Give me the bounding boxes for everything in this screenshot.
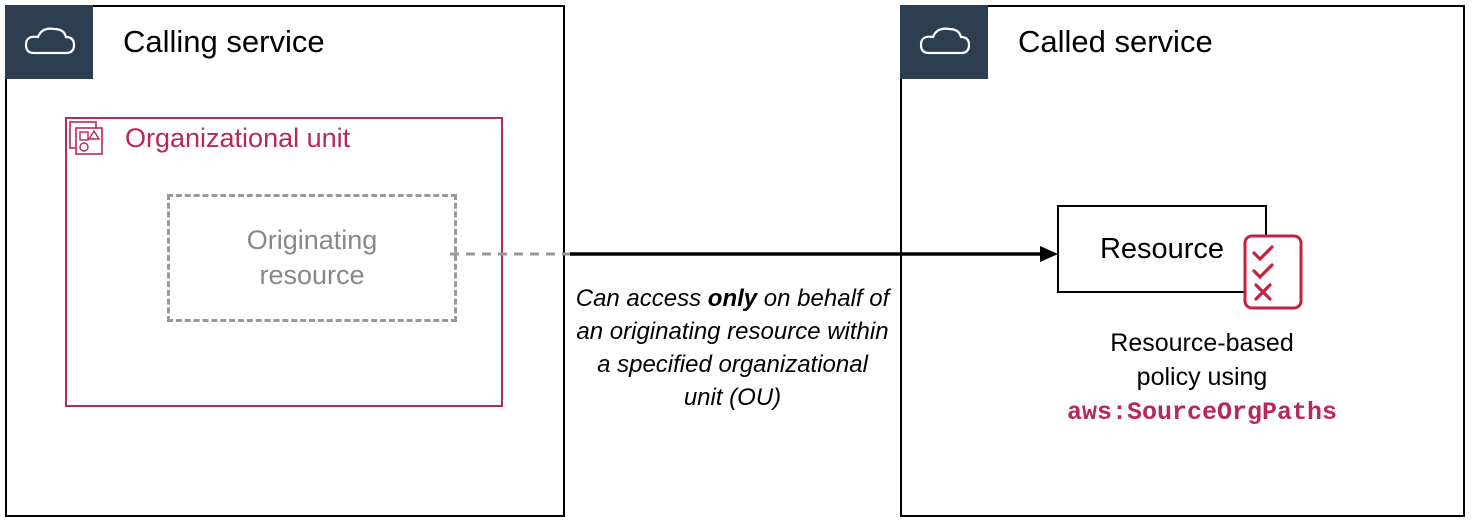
caption-pre: Can access bbox=[576, 285, 708, 312]
policy-line1: Resource-based bbox=[1110, 329, 1293, 357]
cloud-icon bbox=[900, 5, 988, 79]
originating-resource-box: Originating resource bbox=[167, 194, 457, 322]
calling-service-header: Calling service bbox=[5, 5, 325, 79]
org-unit-icon bbox=[65, 117, 107, 159]
access-arrow bbox=[450, 244, 1060, 264]
policy-caption: Resource-based policy using aws:SourceOr… bbox=[1027, 327, 1377, 429]
org-unit-title: Organizational unit bbox=[125, 123, 350, 154]
access-caption: Can access only on behalf of an originat… bbox=[575, 282, 890, 414]
organizational-unit-box: Organizational unit Originating resource bbox=[65, 117, 503, 407]
cloud-icon bbox=[5, 5, 93, 79]
originating-resource-label: Originating resource bbox=[247, 223, 378, 293]
caption-bold: only bbox=[708, 285, 757, 312]
resource-label: Resource bbox=[1100, 233, 1224, 266]
called-service-title: Called service bbox=[1018, 24, 1213, 60]
resource-box: Resource bbox=[1057, 205, 1267, 293]
policy-checklist-icon bbox=[1242, 233, 1304, 311]
org-unit-header: Organizational unit bbox=[65, 117, 350, 159]
calling-service-title: Calling service bbox=[123, 24, 325, 60]
policy-code: aws:SourceOrgPaths bbox=[1067, 398, 1337, 427]
called-service-header: Called service bbox=[900, 5, 1213, 79]
policy-line2: policy using bbox=[1137, 363, 1268, 391]
